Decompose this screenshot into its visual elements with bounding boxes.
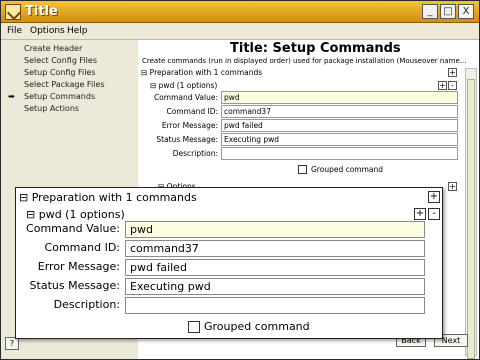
menu-help[interactable]: Help <box>67 26 88 36</box>
subsection-header: ⊟ pwd (1 options) <box>150 81 218 90</box>
section-add-button[interactable]: + <box>448 68 457 77</box>
zoom-section-title: Preparation with 1 commands <box>31 191 197 204</box>
command-id-label: Command ID: <box>166 107 218 116</box>
command-id-field[interactable]: command37 <box>221 105 458 118</box>
title-bar: Title _ □ X <box>1 1 479 23</box>
zoom-subsection-add-button[interactable]: + <box>414 208 426 220</box>
zoom-grouped-command-label: Grouped command <box>204 320 310 333</box>
description-field[interactable] <box>221 147 458 160</box>
section-title: Preparation with 1 commands <box>149 68 263 77</box>
vertical-scrollbar[interactable] <box>465 68 477 359</box>
status-message-field[interactable]: Executing pwd <box>221 133 458 146</box>
zoom-subsection-title: pwd (1 options) <box>38 208 125 221</box>
nav-select-config-files[interactable]: Select Config Files <box>24 56 97 65</box>
zoom-command-id-field[interactable]: command37 <box>125 240 425 257</box>
page-title: Title: Setup Commands <box>230 41 401 56</box>
subsection-title: pwd (1 options) <box>158 81 218 90</box>
subsection-add-button[interactable]: + <box>438 81 447 90</box>
app-icon <box>5 4 21 20</box>
status-message-label: Status Message: <box>156 135 218 144</box>
page-subtitle: Create commands (run in displayed order)… <box>142 57 467 65</box>
subsection-remove-button[interactable]: - <box>448 81 457 90</box>
options-add-button[interactable]: + <box>448 182 457 191</box>
zoom-error-message-label: Error Message: <box>37 260 120 273</box>
zoom-command-id-label: Command ID: <box>44 241 120 254</box>
grouped-command-label: Grouped command <box>311 165 384 174</box>
nav-setup-config-files[interactable]: Setup Config Files <box>24 68 96 77</box>
zoom-command-value-field[interactable]: pwd <box>125 221 425 238</box>
zoom-grouped-command-checkbox[interactable] <box>188 321 200 333</box>
zoom-command-value-label: Command Value: <box>26 222 120 235</box>
zoom-description-label: Description: <box>53 298 120 311</box>
zoom-subsection-header: ⊟ pwd (1 options) <box>26 208 125 221</box>
menu-bar: File Options Help <box>1 23 479 40</box>
menu-file[interactable]: File <box>7 26 22 36</box>
command-value-field[interactable]: pwd <box>221 91 458 104</box>
zoom-section-add-button[interactable]: + <box>428 191 440 203</box>
nav-select-package-files[interactable]: Select Package Files <box>24 80 104 89</box>
command-value-label: Command Value: <box>153 93 218 102</box>
window-title: Title <box>25 4 58 19</box>
minimize-button[interactable]: _ <box>422 4 438 19</box>
application-window: Title _ □ X File Options Help Create Hea… <box>0 0 480 360</box>
description-label: Description: <box>172 149 218 158</box>
zoom-status-message-field[interactable]: Executing pwd <box>125 278 425 295</box>
nav-create-header[interactable]: Create Header <box>24 44 82 53</box>
nav-setup-actions[interactable]: Setup Actions <box>24 104 79 113</box>
zoom-section-header: ⊟ Preparation with 1 commands <box>19 191 197 204</box>
scrollbar-thumb[interactable] <box>467 79 475 359</box>
error-message-field[interactable]: pwd failed <box>221 119 458 132</box>
zoom-description-field[interactable] <box>125 297 425 314</box>
maximize-button[interactable]: □ <box>440 4 456 19</box>
close-button[interactable]: X <box>458 4 474 19</box>
zoom-subsection-remove-button[interactable]: - <box>428 208 440 220</box>
menu-options[interactable]: Options <box>30 26 65 36</box>
grouped-command-checkbox[interactable] <box>298 165 307 174</box>
current-step-arrow-icon: ➡ <box>8 92 15 101</box>
error-message-label: Error Message: <box>161 121 218 130</box>
section-header: ⊟ Preparation with 1 commands <box>141 68 263 77</box>
zoom-error-message-field[interactable]: pwd failed <box>125 259 425 276</box>
nav-setup-commands[interactable]: Setup Commands <box>24 92 95 101</box>
zoom-status-message-label: Status Message: <box>29 279 120 292</box>
zoomed-command-editor: ⊟ Preparation with 1 commands + ⊟ pwd (1… <box>15 187 443 339</box>
